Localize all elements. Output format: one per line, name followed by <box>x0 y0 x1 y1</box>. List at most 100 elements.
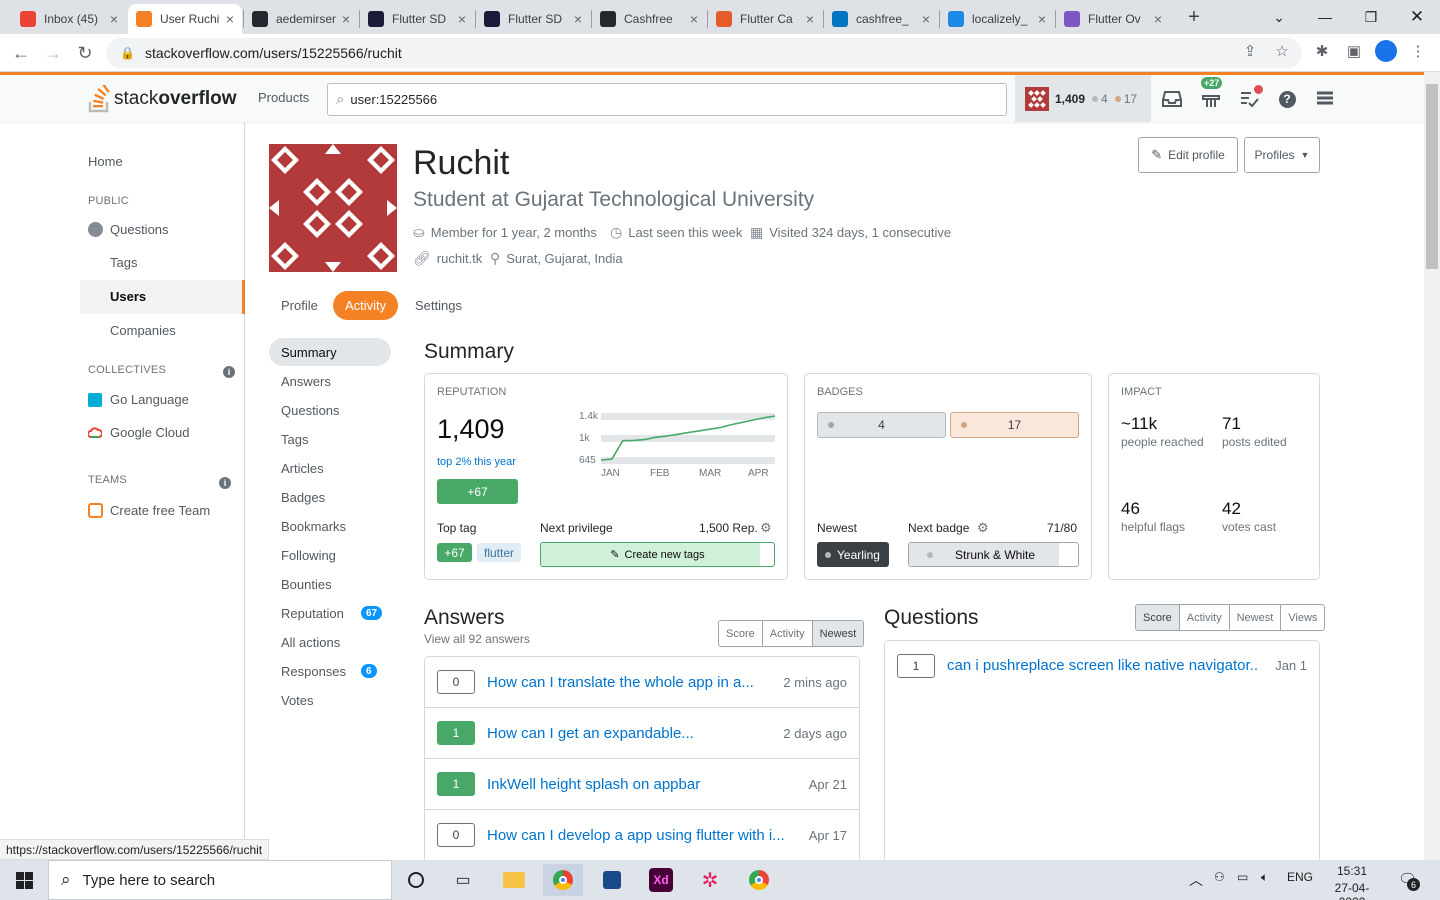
teams-info-icon[interactable]: i <box>219 477 231 489</box>
sort-option[interactable]: Newest <box>1228 605 1281 630</box>
sort-option[interactable]: Activity <box>761 621 812 646</box>
nav-companies[interactable]: Companies <box>110 323 176 338</box>
achievements-icon[interactable]: +27 <box>1199 77 1223 111</box>
activity-nav-item[interactable]: Answers <box>269 367 391 395</box>
post-title-link[interactable]: can i pushreplace screen like native nav… <box>947 657 1259 674</box>
tab-activity[interactable]: Activity <box>333 291 399 320</box>
stackoverflow-logo[interactable]: stack overflow <box>88 85 236 113</box>
browser-tab-1[interactable]: User Ruchit × <box>128 4 242 34</box>
adobe-xd-icon[interactable]: Xd <box>641 864 681 896</box>
collectives-info-icon[interactable]: i <box>223 366 235 378</box>
sort-option[interactable]: Newest <box>811 621 864 646</box>
user-card-button[interactable]: 1,409 4 17 <box>1015 75 1151 122</box>
minimize-icon[interactable]: — <box>1302 0 1348 34</box>
close-tab-icon[interactable]: × <box>922 11 930 27</box>
cortana-icon[interactable] <box>396 864 436 896</box>
clock[interactable]: 15:31 27-04-2022 <box>1322 864 1382 900</box>
post-row[interactable]: 1 can i pushreplace screen like native na… <box>885 640 1319 691</box>
view-all-answers-link[interactable]: View all 92 answers <box>424 632 530 646</box>
activity-nav-item[interactable]: All actions <box>269 628 391 656</box>
activity-nav-item[interactable]: Summary <box>269 338 391 366</box>
chrome-menu-icon[interactable]: ⋮ <box>1406 39 1430 63</box>
close-tab-icon[interactable]: × <box>574 11 582 27</box>
tab-settings[interactable]: Settings <box>403 291 474 320</box>
restore-icon[interactable]: ❐ <box>1348 0 1394 34</box>
activity-nav-item[interactable]: Tags <box>269 425 391 453</box>
browser-tab-7[interactable]: cashfree_ × <box>824 4 938 34</box>
post-title-link[interactable]: How can I translate the whole app in a..… <box>487 674 767 691</box>
browser-tab-6[interactable]: Flutter Ca × <box>708 4 822 34</box>
back-icon[interactable]: ← <box>6 38 36 68</box>
top-tag-chip[interactable]: flutter <box>477 543 522 562</box>
task-view-icon[interactable]: ▭ <box>443 864 483 896</box>
chrome-taskbar-icon[interactable] <box>543 864 583 896</box>
chrome-taskbar-icon-2[interactable] <box>739 864 779 896</box>
post-row[interactable]: 1 InkWell height splash on appbar Apr 21 <box>425 759 859 810</box>
activity-nav-item[interactable]: Votes <box>269 686 391 714</box>
newest-badge[interactable]: Yearling <box>817 542 889 567</box>
post-row[interactable]: 0 How can I translate the whole app in a.… <box>425 657 859 708</box>
sort-option[interactable]: Views <box>1280 605 1324 630</box>
taskbar-search-box[interactable]: ⌕ Type here to search <box>48 860 392 900</box>
post-title-link[interactable]: How can I get an expandable... <box>487 725 767 742</box>
activity-nav-item[interactable]: Questions <box>269 396 391 424</box>
file-explorer-icon[interactable] <box>494 864 534 896</box>
post-row[interactable]: 1 How can I get an expandable... 2 days ag… <box>425 708 859 759</box>
close-tab-icon[interactable]: × <box>1038 11 1046 27</box>
slack-icon[interactable]: ✲ <box>690 864 730 896</box>
close-tab-icon[interactable]: × <box>458 11 466 27</box>
nav-home[interactable]: Home <box>88 154 123 169</box>
profiles-dropdown[interactable]: Profiles ▼ <box>1244 137 1320 173</box>
silver-badges-count[interactable]: 4 <box>817 412 946 438</box>
url-bar[interactable]: 🔒 stackoverflow.com/users/15225566/ruchi… <box>106 38 1302 68</box>
volume-icon[interactable]: 🔈︎ <box>1261 870 1268 885</box>
edit-profile-button[interactable]: ✎ Edit profile <box>1138 137 1238 173</box>
post-row[interactable]: 0 How can I develop a app using flutter w… <box>425 810 859 861</box>
post-title-link[interactable]: InkWell height splash on appbar <box>487 776 793 793</box>
products-link[interactable]: Products <box>258 90 309 105</box>
browser-tab-4[interactable]: Flutter SD × <box>476 4 590 34</box>
profile-avatar-icon[interactable] <box>1374 39 1398 63</box>
new-tab-button[interactable]: + <box>1183 6 1205 28</box>
browser-tab-3[interactable]: Flutter SD × <box>360 4 474 34</box>
sort-option[interactable]: Score <box>1136 605 1179 630</box>
close-tab-icon[interactable]: × <box>226 11 234 27</box>
nav-users[interactable]: Users <box>80 280 245 314</box>
close-tab-icon[interactable]: × <box>806 11 814 27</box>
nav-questions[interactable]: Questions <box>88 222 169 237</box>
close-tab-icon[interactable]: × <box>690 11 698 27</box>
browser-tab-0[interactable]: Inbox (45) × <box>12 4 126 34</box>
bookmark-star-icon[interactable]: ☆ <box>1270 39 1294 63</box>
notifications-icon[interactable]: 🗨︎6 <box>1398 870 1420 891</box>
site-search-input[interactable]: ⌕ user:15225566 <box>327 83 1007 116</box>
browser-tab-9[interactable]: Flutter Ov × <box>1056 4 1170 34</box>
help-icon[interactable]: ? <box>1275 87 1299 111</box>
close-tab-icon[interactable]: × <box>110 11 118 27</box>
sort-option[interactable]: Score <box>719 621 762 646</box>
privilege-settings-gear-icon[interactable]: ⚙ <box>760 520 772 536</box>
tray-app-icon[interactable]: ⚇ <box>1214 870 1225 884</box>
browser-tab-8[interactable]: localizely_ × <box>940 4 1054 34</box>
next-badge-bar[interactable]: Strunk & White <box>908 542 1079 567</box>
browser-tab-2[interactable]: aedemirsen × <box>244 4 358 34</box>
language-indicator[interactable]: ENG <box>1287 870 1313 884</box>
close-tab-icon[interactable]: × <box>1154 11 1162 27</box>
activity-nav-item[interactable]: Bookmarks <box>269 512 391 540</box>
page-scrollbar[interactable] <box>1424 72 1440 860</box>
activity-nav-item[interactable]: Articles <box>269 454 391 482</box>
activity-nav-item[interactable]: Reputation 67 <box>269 599 391 627</box>
extensions-icon[interactable]: ✱ <box>1310 39 1334 63</box>
bronze-badges-count[interactable]: 17 <box>950 412 1079 438</box>
website[interactable]: 🔗︎ ruchit.tk <box>413 250 482 267</box>
next-privilege-bar[interactable]: ✎ Create new tags <box>540 542 775 567</box>
tab-search-icon[interactable]: ⌄ <box>1256 0 1302 34</box>
app-taskbar-icon[interactable] <box>592 864 632 896</box>
activity-nav-item[interactable]: Following <box>269 541 391 569</box>
forward-icon[interactable]: → <box>38 38 68 68</box>
site-switcher-icon[interactable] <box>1313 87 1337 111</box>
share-icon[interactable]: ⇪ <box>1238 39 1262 63</box>
activity-nav-item[interactable]: Badges <box>269 483 391 511</box>
browser-tab-5[interactable]: Cashfree × <box>592 4 706 34</box>
windows-start-icon[interactable] <box>4 864 44 896</box>
activity-nav-item[interactable]: Responses 6 <box>269 657 391 685</box>
